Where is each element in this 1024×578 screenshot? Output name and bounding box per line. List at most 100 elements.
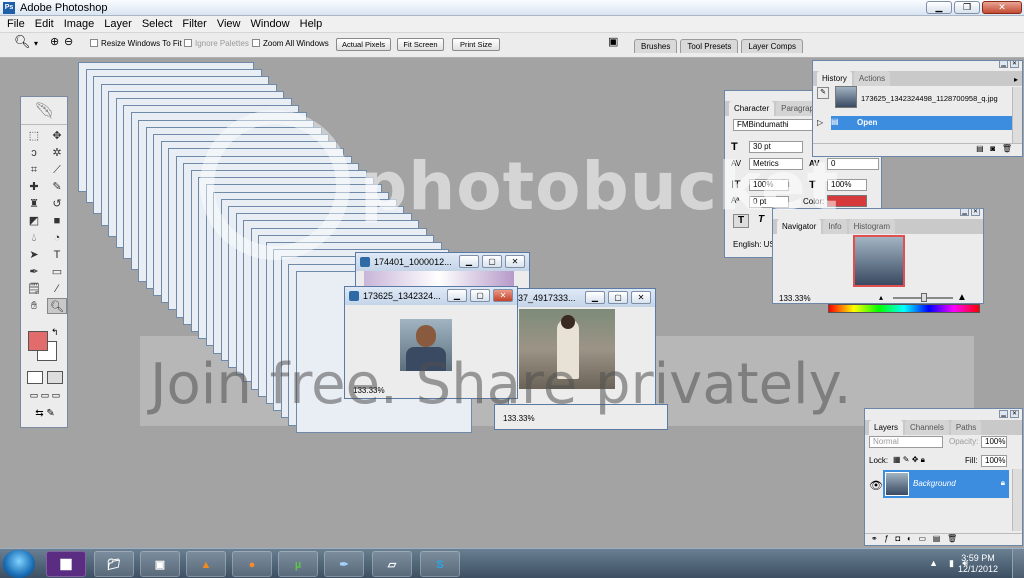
- snapshot-label[interactable]: 173625_1342324498_1128700958_q.jpg: [861, 94, 998, 103]
- blur-tool-icon[interactable]: 💧︎: [24, 230, 44, 246]
- zoom-in-icon[interactable]: ⊕: [50, 36, 59, 48]
- tracking-select[interactable]: 0: [827, 158, 879, 170]
- new-snapshot-icon[interactable]: ◙: [990, 144, 995, 153]
- fill-field[interactable]: 100%: [981, 455, 1007, 467]
- zoom-slider-thumb[interactable]: [921, 293, 927, 302]
- path-select-icon[interactable]: ➤: [24, 247, 44, 263]
- menu-view[interactable]: View: [212, 16, 246, 32]
- media-app-button[interactable]: ▣: [140, 551, 180, 577]
- color-ramp[interactable]: [828, 304, 980, 313]
- layers-scrollbar[interactable]: [1012, 469, 1022, 531]
- faux-italic-icon[interactable]: T: [753, 214, 769, 228]
- trash-icon[interactable]: 🗑︎: [947, 534, 957, 543]
- snapshot-thumbnail[interactable]: [835, 86, 857, 108]
- text-color-swatch[interactable]: [827, 195, 867, 207]
- zoom-readout[interactable]: 133.33%: [503, 414, 535, 423]
- minimize-button[interactable]: ▁: [926, 1, 952, 14]
- tab-actions[interactable]: Actions: [853, 71, 891, 86]
- horizontal-scale-field[interactable]: 100%: [827, 179, 867, 191]
- eyedropper-icon[interactable]: ⁄: [47, 281, 67, 297]
- close-button[interactable]: ✕: [493, 289, 513, 302]
- palette-well-tool-presets[interactable]: Tool Presets: [680, 39, 739, 53]
- zoom-out-icon[interactable]: ⊖: [64, 36, 73, 48]
- notes-tool-icon[interactable]: 🗒︎: [24, 281, 44, 297]
- maximize-button[interactable]: ▢: [482, 255, 502, 268]
- faux-bold-icon[interactable]: T: [733, 214, 749, 228]
- windows-start-button[interactable]: [3, 550, 35, 578]
- new-group-icon[interactable]: ▭: [919, 534, 927, 543]
- skype-button[interactable]: S: [420, 551, 460, 577]
- opacity-field[interactable]: 100%: [981, 436, 1007, 448]
- minimize-button[interactable]: ▁: [585, 291, 605, 304]
- dodge-tool-icon[interactable]: ◔: [47, 230, 67, 246]
- zoom-tool-icon[interactable]: 🔍︎: [47, 298, 67, 314]
- screen-mode-icon[interactable]: ▭ ▭ ▭: [26, 390, 64, 402]
- tab-layers[interactable]: Layers: [869, 420, 904, 435]
- layer-mask-icon[interactable]: ◘: [896, 534, 901, 543]
- calc-app-button[interactable]: ⬛︎: [46, 551, 86, 577]
- navigator-preview[interactable]: [853, 235, 905, 287]
- close-button[interactable]: ✕: [982, 1, 1022, 14]
- swap-colors-icon[interactable]: ↰: [51, 327, 59, 338]
- language-select[interactable]: English: US: [733, 240, 775, 249]
- foreground-color-swatch[interactable]: [28, 331, 48, 351]
- document-window[interactable]: 173625_1342324... ▁ ▢ ✕ 133.33%: [344, 286, 518, 399]
- panel-close-icon[interactable]: ✕: [1010, 410, 1019, 418]
- chevron-down-icon[interactable]: ▾: [34, 38, 38, 50]
- show-desktop-button[interactable]: [1012, 549, 1024, 578]
- maximize-button[interactable]: ▢: [608, 291, 628, 304]
- panel-menu-icon[interactable]: ▸: [1014, 75, 1018, 84]
- close-button[interactable]: ✕: [631, 291, 651, 304]
- font-size-select[interactable]: 30 pt: [749, 141, 803, 153]
- panel-minimize-icon[interactable]: ▁: [960, 208, 969, 216]
- system-clock[interactable]: 3:59 PM 12/1/2012: [958, 553, 998, 575]
- menu-select[interactable]: Select: [137, 16, 178, 32]
- baseline-shift-field[interactable]: 0 pt: [749, 196, 789, 208]
- layer-row-background[interactable]: Background 🔒︎: [883, 470, 1009, 498]
- type-tool-icon[interactable]: T: [47, 247, 67, 263]
- move-tool-icon[interactable]: ✥: [47, 128, 67, 144]
- history-scrollbar[interactable]: [1012, 87, 1022, 143]
- document-window[interactable]: 133.33%: [494, 404, 668, 430]
- jump-to-imageready-icon[interactable]: ⇆ ✎: [26, 408, 64, 422]
- minimize-button[interactable]: ▁: [447, 289, 467, 302]
- menu-edit[interactable]: Edit: [30, 16, 59, 32]
- marquee-tool-icon[interactable]: ⬚: [24, 128, 44, 144]
- close-button[interactable]: ✕: [505, 255, 525, 268]
- print-size-button[interactable]: Print Size: [452, 38, 500, 51]
- history-brush-icon[interactable]: ↺: [47, 196, 67, 212]
- zoom-tool-icon[interactable]: 🔍︎: [14, 35, 31, 48]
- zoom-out-icon[interactable]: ▴: [879, 293, 883, 302]
- zoom-all-checkbox[interactable]: Zoom All Windows: [252, 38, 329, 50]
- tab-histogram[interactable]: Histogram: [848, 219, 896, 234]
- eraser-tool-icon[interactable]: ◩: [24, 213, 44, 229]
- gradient-tool-icon[interactable]: ■: [47, 213, 67, 229]
- vertical-scale-field[interactable]: 100%: [749, 179, 789, 191]
- new-document-icon[interactable]: ▤: [976, 144, 984, 153]
- ignore-palettes-checkbox[interactable]: Ignore Palettes: [184, 38, 249, 50]
- panel-minimize-icon[interactable]: ▁: [999, 410, 1008, 418]
- resize-windows-checkbox[interactable]: Resize Windows To Fit: [90, 38, 182, 50]
- tab-navigator[interactable]: Navigator: [777, 219, 822, 234]
- menu-file[interactable]: File: [2, 16, 30, 32]
- link-layers-icon[interactable]: ⚭: [871, 534, 878, 543]
- tab-channels[interactable]: Channels: [905, 420, 949, 435]
- panel-close-icon[interactable]: ✕: [1010, 60, 1019, 68]
- shape-tool-icon[interactable]: ▭: [47, 264, 67, 280]
- menu-window[interactable]: Window: [246, 16, 295, 32]
- network-icon[interactable]: ▮: [949, 558, 954, 569]
- utorrent-button[interactable]: µ: [278, 551, 318, 577]
- lasso-tool-icon[interactable]: ↄ: [24, 145, 44, 161]
- notepad-button[interactable]: ▱: [372, 551, 412, 577]
- palette-well-layer-comps[interactable]: Layer Comps: [741, 39, 803, 53]
- tab-info[interactable]: Info: [823, 219, 847, 234]
- kerning-select[interactable]: Metrics: [749, 158, 803, 170]
- tab-paths[interactable]: Paths: [950, 420, 982, 435]
- layer-style-icon[interactable]: ƒ: [884, 534, 888, 543]
- standard-mode-icon[interactable]: [27, 371, 43, 384]
- palette-well-brushes[interactable]: Brushes: [634, 39, 678, 53]
- adjustment-layer-icon[interactable]: ◐: [907, 534, 912, 543]
- maximize-button[interactable]: ❐: [954, 1, 980, 14]
- history-brush-source-icon[interactable]: ✎: [817, 87, 829, 99]
- navigator-zoom-field[interactable]: 133.33%: [779, 294, 811, 303]
